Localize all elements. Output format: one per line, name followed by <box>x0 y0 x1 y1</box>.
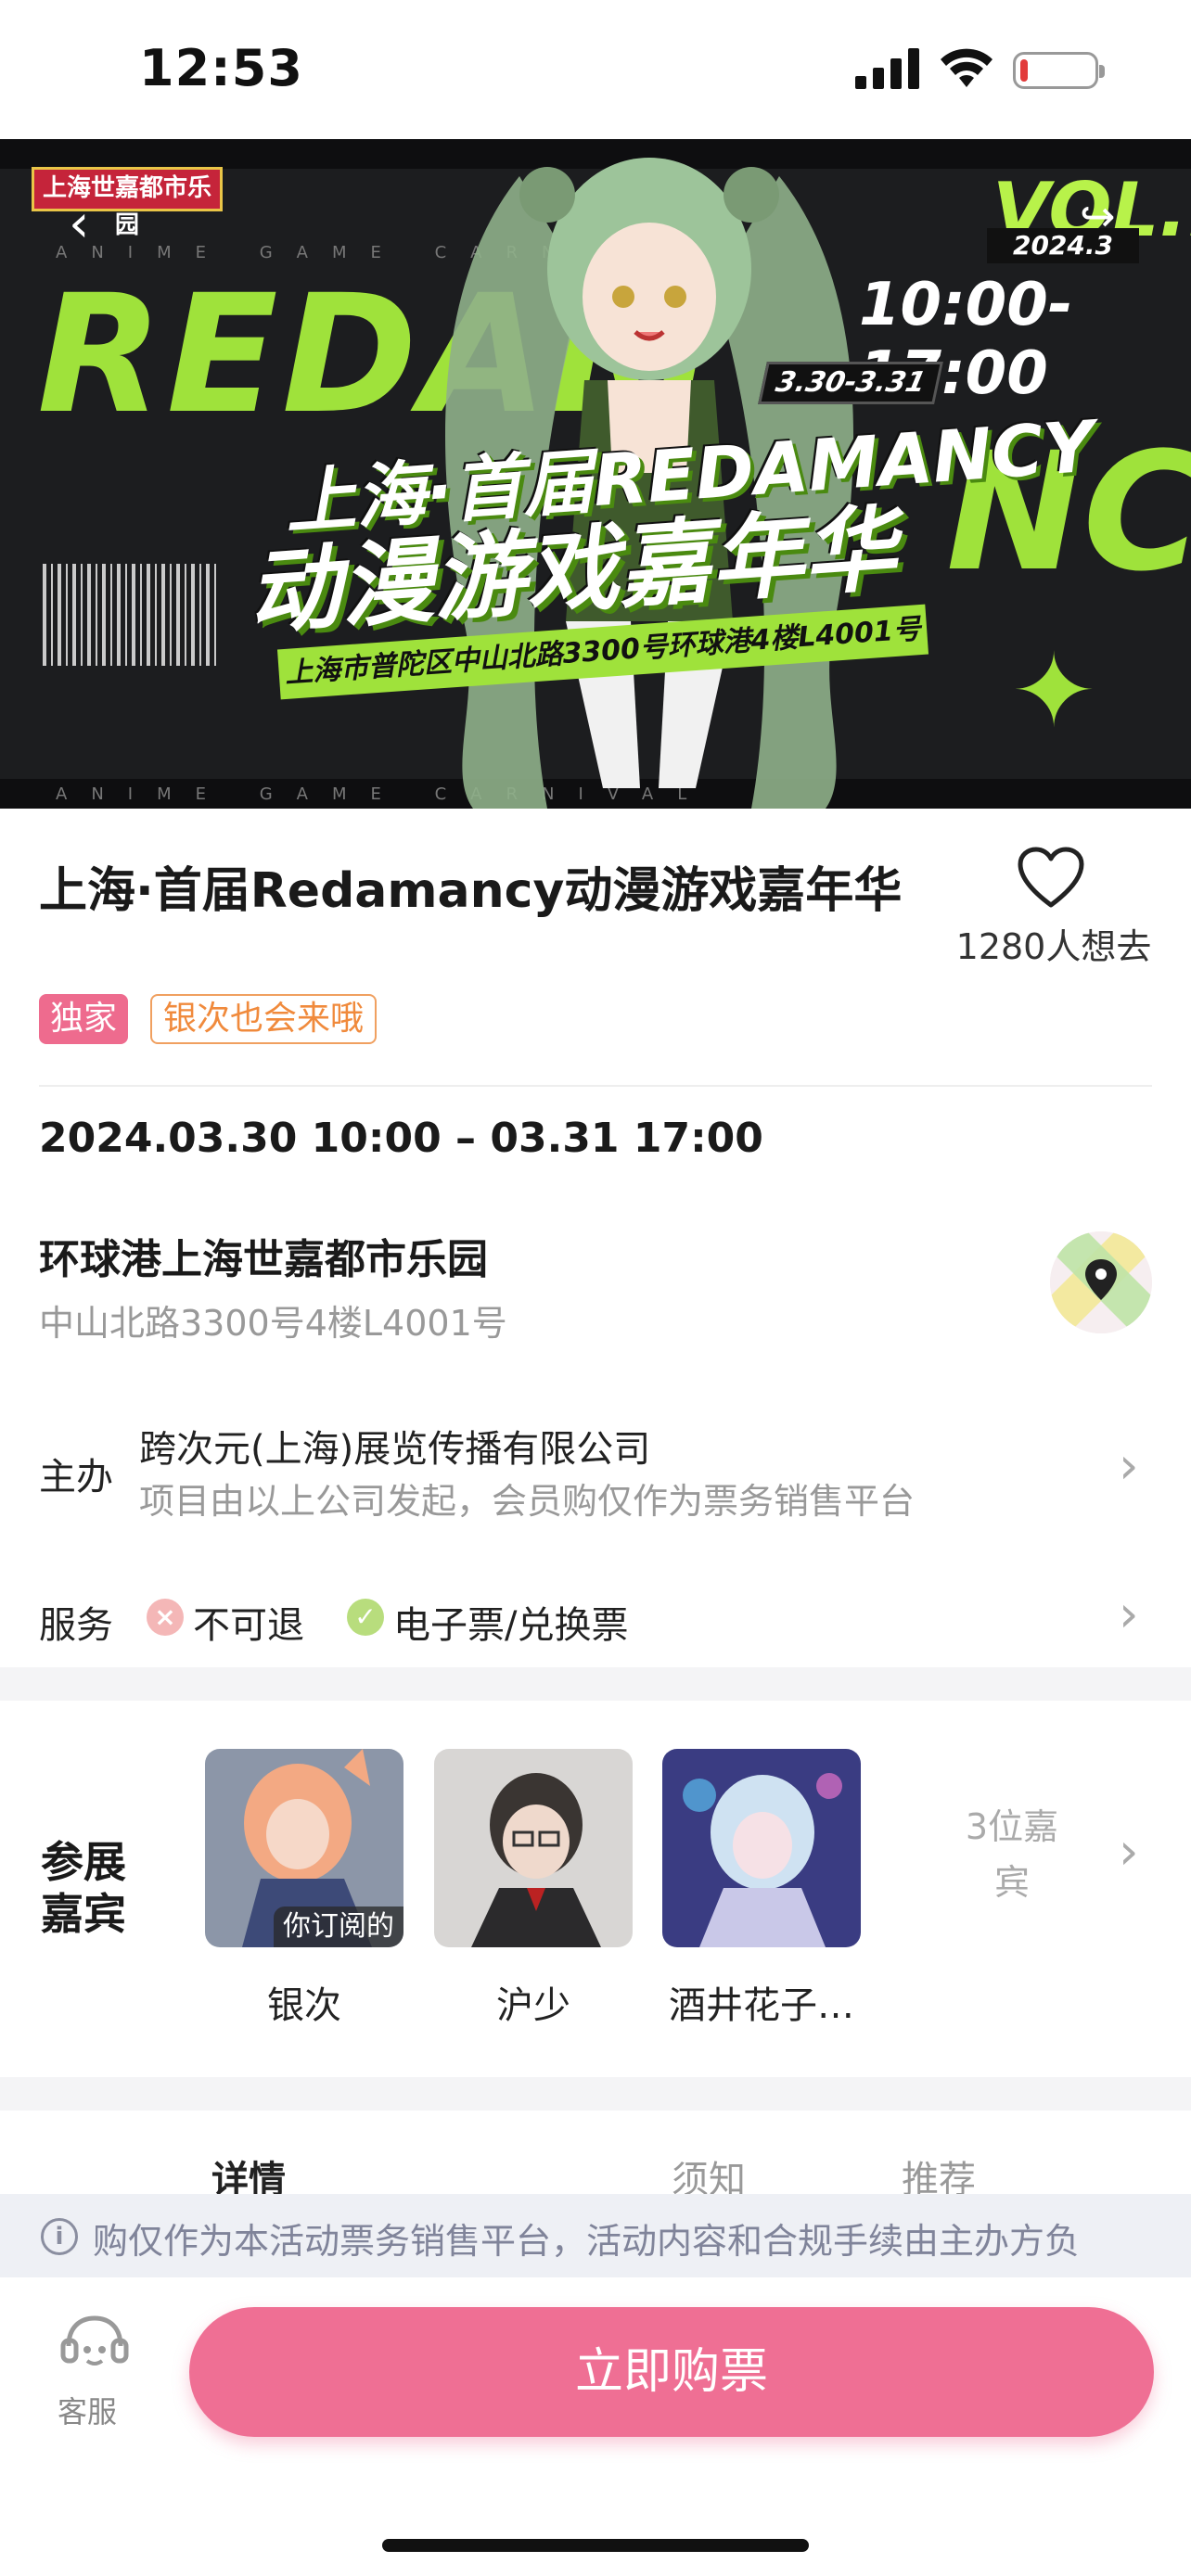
want-to-go-count: 1280人想去 <box>955 926 1152 967</box>
guest-avatar[interactable] <box>662 1749 861 1947</box>
guest-avatar[interactable] <box>434 1749 633 1947</box>
status-time: 12:53 <box>139 39 303 97</box>
organizer-label: 主办 <box>39 1456 113 1498</box>
sparkle-icon: ✦ <box>1011 631 1097 750</box>
banner-year: 2024.3 <box>987 228 1139 263</box>
event-banner: ANIME GAME CARNIVAL ANIME GAME CARNIVAL … <box>0 139 1191 809</box>
tabs-bar <box>0 2111 1191 2194</box>
guest-item[interactable]: 酒井花子… <box>662 1749 861 2029</box>
guest-name: 银次 <box>267 1984 341 2027</box>
event-title: 上海·首届Redamancy动漫游戏嘉年华 <box>39 863 903 919</box>
cellular-signal-icon <box>855 48 919 89</box>
organizer-note: 项目由以上公司发起，会员购仅作为票务销售平台 <box>139 1481 916 1522</box>
home-indicator[interactable] <box>382 2539 809 2552</box>
info-icon: i <box>41 2218 78 2255</box>
divider <box>39 1085 1152 1087</box>
guest-name: 酒井花子… <box>669 1984 854 2027</box>
buy-now-button[interactable]: 立即购票 <box>189 2307 1154 2437</box>
organizer-chevron-icon[interactable]: › <box>1119 1441 1139 1491</box>
more-guests[interactable]: 3位嘉宾 <box>961 1799 1063 1910</box>
barcode-graphic <box>43 564 219 666</box>
status-bar: 12:53 <box>0 0 1191 139</box>
event-datetime: 2024.03.30 10:00 – 03.31 17:00 <box>39 1115 763 1162</box>
exclusive-tag: 独家 <box>39 994 129 1044</box>
organizer-name[interactable]: 跨次元(上海)展览传播有限公司 <box>139 1419 650 1473</box>
map-icon[interactable] <box>1050 1231 1152 1333</box>
wifi-icon <box>941 48 992 87</box>
venue-logo: 上海世嘉都市乐园 <box>32 167 223 239</box>
guest-item[interactable]: 沪少 <box>434 1749 633 2029</box>
service-chevron-icon[interactable]: › <box>1119 1589 1139 1639</box>
battery-icon <box>1013 52 1105 89</box>
guests-chevron-icon[interactable]: › <box>1119 1827 1139 1877</box>
banner-dates: 3.30-3.31 <box>758 362 943 404</box>
customer-service-label[interactable]: 客服 <box>58 2389 117 2431</box>
back-icon[interactable]: ‹ <box>69 198 89 250</box>
guest-avatar[interactable]: 你订阅的 <box>205 1749 403 1947</box>
venue-name[interactable]: 环球港上海世嘉都市乐园 <box>39 1226 488 1285</box>
service-e-ticket: 电子票/兑换票 <box>393 1604 629 1647</box>
no-refund-icon: × <box>147 1599 184 1636</box>
heart-icon[interactable] <box>1017 846 1085 909</box>
notice-text: 购仅作为本活动票务销售平台，活动内容和合规手续由主办方负 <box>93 2221 1081 2262</box>
service-label: 服务 <box>39 1604 113 1647</box>
section-gap <box>0 2077 1191 2111</box>
check-icon: ✓ <box>347 1599 384 1636</box>
customer-service-icon[interactable] <box>59 2313 130 2378</box>
venue-address[interactable]: 中山北路3300号4楼L4001号 <box>39 1294 507 1345</box>
subscribed-badge: 你订阅的 <box>274 1906 403 1947</box>
guest-item[interactable]: 你订阅的 银次 <box>205 1749 403 2029</box>
guest-tag: 银次也会来哦 <box>150 994 378 1044</box>
share-icon[interactable]: ↪ <box>1080 191 1116 241</box>
service-no-refund: 不可退 <box>193 1604 304 1647</box>
guest-heading: 参展嘉宾 <box>41 1837 126 1939</box>
section-gap <box>0 1667 1191 1701</box>
guest-name: 沪少 <box>496 1984 570 2027</box>
